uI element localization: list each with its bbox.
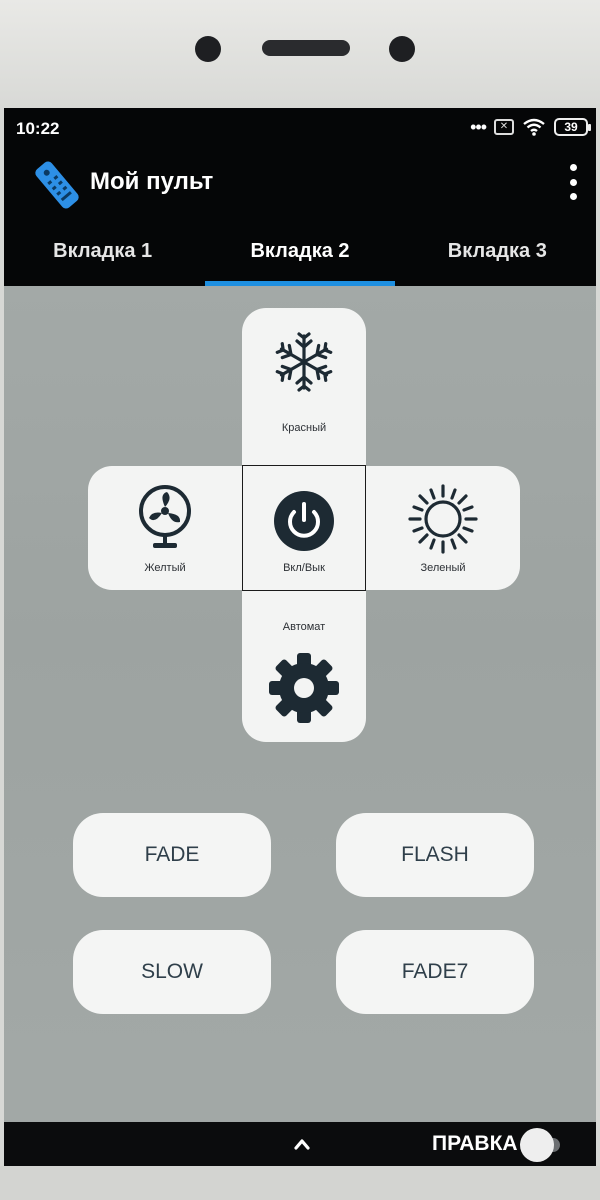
sim-off-icon: ✕ [494, 119, 514, 135]
mode-button-flash[interactable]: FLASH [336, 813, 534, 897]
status-time: 10:22 [16, 119, 60, 138]
remote-button-auto[interactable]: Автомат [242, 590, 366, 742]
tab-1[interactable]: Вкладка 1 [4, 230, 201, 286]
snowflake-icon [275, 332, 333, 392]
app-bar: 10:22 ••• ✕ 39 Мой пульт Вкладка 1 Вклад… [4, 108, 596, 286]
remote-button-green[interactable]: Зеленый [366, 466, 520, 590]
remote-button-yellow[interactable]: Желтый [88, 466, 242, 590]
tab-3[interactable]: Вкладка 3 [399, 230, 596, 286]
mode-button-fade7[interactable]: FADE7 [336, 930, 534, 1014]
edit-mode-label: ПРАВКА [432, 1132, 518, 1155]
more-dots-icon: ••• [470, 117, 487, 137]
remote-button-red[interactable]: Красный [242, 308, 366, 466]
wifi-icon [523, 118, 545, 136]
phone-bezel-bottom [0, 1166, 600, 1200]
tab-2[interactable]: Вкладка 2 [201, 230, 398, 286]
mode-button-fade[interactable]: FADE [73, 813, 271, 897]
tab-bar: Вкладка 1 Вкладка 2 Вкладка 3 [4, 230, 596, 286]
remote-button-power[interactable]: Вкл/Вык [242, 466, 366, 590]
bottom-bar: ПРАВКА [4, 1122, 596, 1168]
phone-screen: 10:22 ••• ✕ 39 Мой пульт Вкладка 1 Вклад… [4, 108, 596, 1168]
gear-icon [269, 653, 339, 723]
edit-mode-toggle[interactable] [520, 1128, 562, 1162]
remote-label-auto: Автомат [282, 621, 326, 633]
chevron-up-icon[interactable] [294, 1136, 310, 1152]
battery-icon: 39 [554, 118, 591, 136]
remote-label-yellow: Желтый [144, 562, 186, 574]
remote-control-icon [35, 161, 79, 209]
remote-label-green: Зеленый [420, 562, 466, 574]
phone-bezel-top [0, 0, 600, 108]
app-title: Мой пульт [90, 168, 214, 195]
mode-button-slow[interactable]: SLOW [73, 930, 271, 1014]
fan-icon [139, 485, 191, 548]
remote-label-red: Красный [281, 422, 327, 434]
proximity-sensor [389, 36, 415, 62]
power-icon [274, 491, 334, 551]
remote-label-power: Вкл/Вык [283, 562, 325, 574]
sun-icon [408, 484, 478, 554]
front-camera [195, 36, 221, 62]
overflow-menu-icon[interactable] [566, 164, 580, 200]
earpiece-speaker [262, 40, 350, 56]
status-icons: ••• ✕ 39 [470, 117, 591, 137]
